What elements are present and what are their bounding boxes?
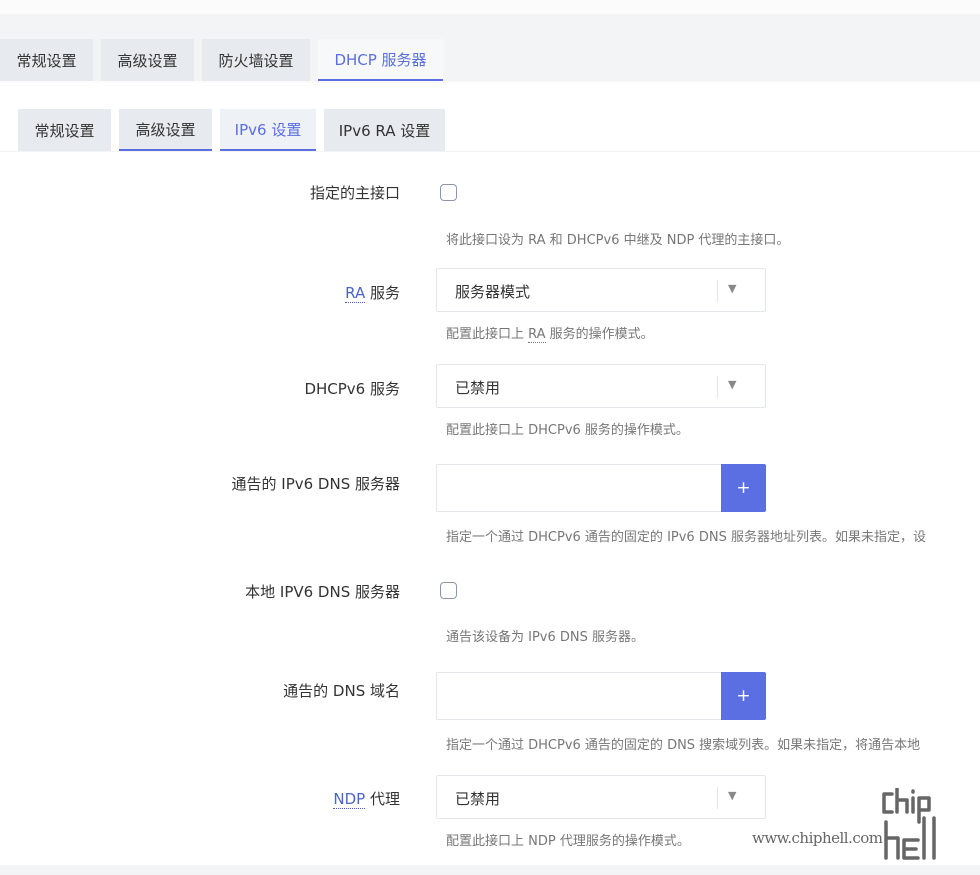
ra-service-desc: 配置此接口上 RA 服务的操作模式。 <box>446 323 654 343</box>
dhcpv6-service-label: DHCPv6 服务 <box>304 380 400 398</box>
subtab-ipv6[interactable]: IPv6 设置 <box>220 109 316 151</box>
select-separator <box>717 280 718 302</box>
caret-down-icon: ▼ <box>728 378 737 391</box>
ra-desc-prefix: 配置此接口上 <box>446 327 529 342</box>
local-ipv6-dns-desc: 通告该设备为 IPv6 DNS 服务器。 <box>446 630 645 645</box>
sub-tab-bar: 常规设置 高级设置 IPv6 设置 IPv6 RA 设置 <box>18 109 445 151</box>
subtab-general[interactable]: 常规设置 <box>18 109 111 151</box>
tab-advanced[interactable]: 高级设置 <box>101 39 194 81</box>
dns-domain-desc: 指定一个通过 DHCPv6 通告的固定的 DNS 搜索域列表。如果未指定，将通告… <box>446 738 921 753</box>
caret-down-icon: ▼ <box>728 789 737 802</box>
dns-domain-add-button[interactable]: + <box>721 672 766 720</box>
ipv6-dns-desc: 指定一个通过 DHCPv6 通告的固定的 IPv6 DNS 服务器地址列表。如果… <box>446 530 926 545</box>
settings-panel: 常规设置 高级设置 IPv6 设置 IPv6 RA 设置 指定的主接口 将此接口… <box>0 83 980 865</box>
dhcpv6-service-value: 已禁用 <box>455 379 501 397</box>
local-ipv6-dns-checkbox[interactable] <box>440 582 457 599</box>
bottom-strip <box>0 865 980 875</box>
select-separator <box>717 376 718 398</box>
ndp-proxy-label: NDP 代理 <box>333 788 400 809</box>
dhcpv6-service-select[interactable]: 已禁用 ▼ <box>436 364 766 408</box>
select-separator <box>717 787 718 809</box>
tab-firewall[interactable]: 防火墙设置 <box>202 39 310 81</box>
ra-abbr: RA <box>345 284 366 303</box>
master-interface-label: 指定的主接口 <box>309 184 400 202</box>
master-interface-checkbox[interactable] <box>440 184 457 201</box>
caret-down-icon: ▼ <box>728 282 737 295</box>
dns-domain-label: 通告的 DNS 域名 <box>283 682 400 700</box>
ra-service-label: RA 服务 <box>345 282 400 303</box>
tab-general[interactable]: 常规设置 <box>0 39 93 81</box>
master-interface-desc: 将此接口设为 RA 和 DHCPv6 中继及 NDP 代理的主接口。 <box>446 233 790 248</box>
ipv6-dns-input[interactable] <box>436 464 721 512</box>
sub-tab-divider <box>0 151 980 152</box>
ra-desc-abbr: RA <box>528 327 546 343</box>
ndp-proxy-desc: 配置此接口上 NDP 代理服务的操作模式。 <box>446 834 690 849</box>
watermark-url: www.chiphell.com <box>752 829 883 847</box>
local-ipv6-dns-label: 本地 IPV6 DNS 服务器 <box>245 583 400 601</box>
top-strip <box>0 0 980 14</box>
chiphell-watermark: www.chiphell.com <box>752 786 967 863</box>
ra-service-select[interactable]: 服务器模式 ▼ <box>436 268 766 312</box>
ra-desc-suffix: 服务的操作模式。 <box>545 327 654 342</box>
ra-service-value: 服务器模式 <box>455 283 531 301</box>
ndp-abbr: NDP <box>333 790 366 809</box>
ndp-proxy-value: 已禁用 <box>455 790 501 808</box>
page: 常规设置 高级设置 防火墙设置 DHCP 服务器 常规设置 高级设置 IPv6 … <box>0 0 980 875</box>
dhcpv6-service-desc: 配置此接口上 DHCPv6 服务的操作模式。 <box>446 423 689 438</box>
subtab-ipv6-ra[interactable]: IPv6 RA 设置 <box>324 109 445 151</box>
ndp-proxy-label-text: 代理 <box>365 790 400 808</box>
ra-service-label-text: 服务 <box>365 284 400 302</box>
subtab-advanced[interactable]: 高级设置 <box>119 109 212 151</box>
tab-dhcp-server[interactable]: DHCP 服务器 <box>318 39 443 81</box>
chiphell-logo-icon <box>882 786 936 860</box>
ipv6-dns-add-button[interactable]: + <box>721 464 766 512</box>
ipv6-dns-label: 通告的 IPv6 DNS 服务器 <box>231 475 401 493</box>
dns-domain-input[interactable] <box>436 672 721 720</box>
top-tab-bar: 常规设置 高级设置 防火墙设置 DHCP 服务器 <box>0 39 443 81</box>
ndp-proxy-select[interactable]: 已禁用 ▼ <box>436 775 766 819</box>
